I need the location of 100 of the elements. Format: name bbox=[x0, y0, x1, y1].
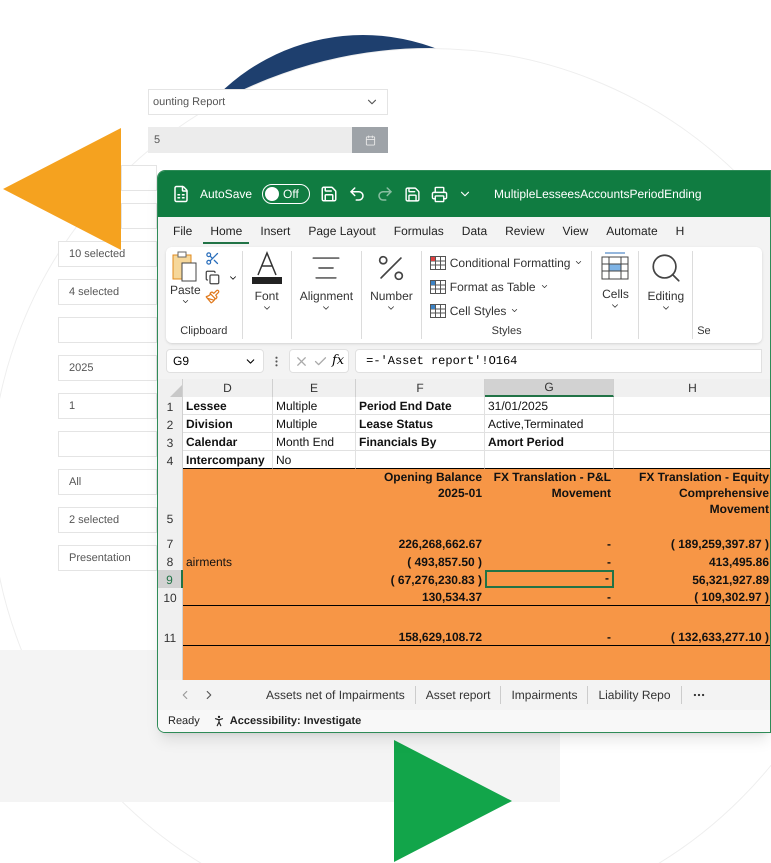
style-menu-button[interactable]: Format as Table bbox=[430, 274, 584, 299]
table-cell: Month End bbox=[273, 433, 356, 451]
print-icon[interactable] bbox=[431, 186, 448, 202]
paste-icon bbox=[171, 251, 200, 283]
input-field[interactable]: All bbox=[58, 469, 157, 495]
calendar-icon bbox=[364, 134, 376, 146]
ribbon-button[interactable]: Editing bbox=[647, 289, 684, 313]
input-field[interactable] bbox=[58, 317, 157, 343]
spreadsheet-logo-icon bbox=[172, 185, 190, 203]
ribbon-button[interactable]: Alignment bbox=[300, 289, 354, 313]
row-header[interactable]: 11 bbox=[158, 606, 183, 646]
input-field[interactable] bbox=[121, 203, 157, 229]
input-field[interactable]: Presentation bbox=[58, 545, 157, 571]
status-text: Ready bbox=[168, 714, 200, 729]
table-cell-text: FX Translation - P&L Movement bbox=[492, 469, 612, 502]
column-header[interactable]: D bbox=[183, 379, 273, 397]
table-cell: Period End Date bbox=[356, 397, 485, 415]
table-cell: Multiple bbox=[273, 415, 356, 433]
group-label: Se bbox=[697, 324, 711, 338]
input-field[interactable]: 1 bbox=[58, 393, 157, 419]
input-field[interactable]: 10 selected bbox=[58, 241, 157, 267]
column-header[interactable]: H bbox=[614, 379, 770, 397]
autosave-toggle[interactable]: Off bbox=[262, 184, 310, 204]
row-header[interactable]: 10 bbox=[158, 588, 183, 606]
sheet-tab[interactable]: Impairments bbox=[501, 686, 588, 704]
table-style-icon bbox=[430, 256, 446, 270]
paste-button[interactable]: Paste bbox=[170, 283, 201, 306]
row-header[interactable]: 1 bbox=[158, 397, 183, 415]
column-header[interactable]: E bbox=[273, 379, 356, 397]
input-field[interactable]: 2 selected bbox=[58, 507, 157, 533]
input-field[interactable] bbox=[121, 165, 157, 191]
menu-tab[interactable]: H bbox=[668, 220, 692, 244]
table-cell: Amort Period bbox=[485, 433, 614, 451]
window-title: MultipleLesseesAccountsPeriodEnding bbox=[494, 186, 702, 203]
copy-icon[interactable] bbox=[204, 270, 220, 285]
menu-tab[interactable]: Insert bbox=[253, 220, 298, 244]
undo-icon[interactable] bbox=[348, 185, 366, 203]
table-cell-text: ( 189,259,397.87 ) bbox=[670, 536, 770, 552]
accessibility-status[interactable]: Accessibility: Investigate bbox=[230, 712, 362, 730]
row-header[interactable]: 3 bbox=[158, 433, 183, 451]
group-label: Clipboard bbox=[179, 324, 228, 338]
autosave-label: AutoSave bbox=[200, 186, 252, 203]
table-cell: - bbox=[485, 570, 614, 588]
row-header[interactable]: 7 bbox=[158, 534, 183, 552]
date-field[interactable]: 5 bbox=[148, 127, 388, 153]
menu-tab[interactable]: File bbox=[166, 220, 200, 244]
table-cell-text: - bbox=[606, 554, 612, 570]
formula-field[interactable]: =-'Asset report'!O164 bbox=[355, 349, 762, 373]
row-header[interactable]: 9 bbox=[158, 570, 183, 588]
table-cell-text: ( 493,857.50 ) bbox=[406, 554, 483, 570]
row-header[interactable]: 4 bbox=[158, 451, 183, 469]
sheet-tab[interactable]: Assets net of Impairments bbox=[256, 686, 416, 704]
menu-tab[interactable]: Automate bbox=[599, 220, 665, 244]
input-field[interactable]: 4 selected bbox=[58, 279, 157, 305]
select-field[interactable]: ounting Report bbox=[148, 89, 388, 115]
font-color-icon bbox=[250, 251, 283, 285]
column-header[interactable]: G bbox=[485, 379, 614, 397]
name-box[interactable]: G9 bbox=[166, 349, 264, 373]
table-style-icon bbox=[430, 280, 446, 294]
save-icon[interactable] bbox=[320, 185, 338, 203]
sheet-tab[interactable]: Asset report bbox=[416, 686, 502, 704]
menu-tab[interactable]: Review bbox=[498, 220, 552, 244]
row-header[interactable]: 8 bbox=[158, 552, 183, 570]
ribbon-button[interactable]: Number bbox=[370, 289, 413, 313]
sheet-tab[interactable]: Liability Repo bbox=[588, 686, 682, 704]
input-field[interactable] bbox=[58, 431, 157, 457]
group-label: Styles bbox=[490, 324, 523, 338]
table-cell: Lease Status bbox=[356, 415, 485, 433]
table-cell-text: airments bbox=[185, 554, 234, 570]
table-cell-text: - bbox=[606, 536, 612, 552]
menu-tab[interactable]: Home bbox=[203, 220, 250, 244]
menu-tab[interactable]: Page Layout bbox=[301, 220, 383, 244]
table-cell: Financials By bbox=[356, 433, 485, 451]
style-menu-button[interactable]: Conditional Formatting bbox=[430, 251, 584, 275]
ribbon-button[interactable]: Cells bbox=[602, 287, 629, 311]
table-cell-text: 413,495.86 bbox=[708, 554, 770, 570]
menu-tab[interactable]: Formulas bbox=[386, 220, 451, 244]
chevron-down-icon bbox=[180, 297, 190, 306]
table-cell-text: FX Translation - Equity Comprehensive Movement bbox=[638, 469, 770, 518]
table-cell-text: 56,321,927.89 bbox=[691, 572, 770, 588]
function-button[interactable]: fx bbox=[332, 351, 344, 371]
style-menu-button[interactable]: Cell Styles bbox=[430, 298, 584, 322]
table-cell: 31/01/2025 bbox=[485, 397, 614, 415]
table-cell-text: Opening Balance 2025-01 bbox=[382, 469, 483, 502]
table-cell-text: ( 67,276,230.83 ) bbox=[390, 572, 483, 588]
table-cell: Calendar bbox=[183, 433, 273, 451]
input-field[interactable]: 2025 bbox=[58, 355, 157, 381]
table-cell: Multiple bbox=[273, 397, 356, 415]
save-as-icon[interactable] bbox=[404, 186, 422, 202]
table-cell-text: 226,268,662.67 bbox=[398, 536, 483, 552]
cut-icon[interactable] bbox=[204, 251, 220, 266]
row-header[interactable]: 5 bbox=[158, 469, 183, 534]
table-cell: Active,Terminated bbox=[485, 415, 614, 433]
table-style-icon bbox=[430, 304, 446, 318]
table-cell: Division bbox=[183, 415, 273, 433]
menu-tab[interactable]: Data bbox=[454, 220, 494, 244]
table-cell: Lessee bbox=[183, 397, 273, 415]
menu-tab[interactable]: View bbox=[556, 220, 596, 244]
ribbon-button[interactable]: Font bbox=[254, 289, 279, 313]
row-header[interactable]: 2 bbox=[158, 415, 183, 433]
